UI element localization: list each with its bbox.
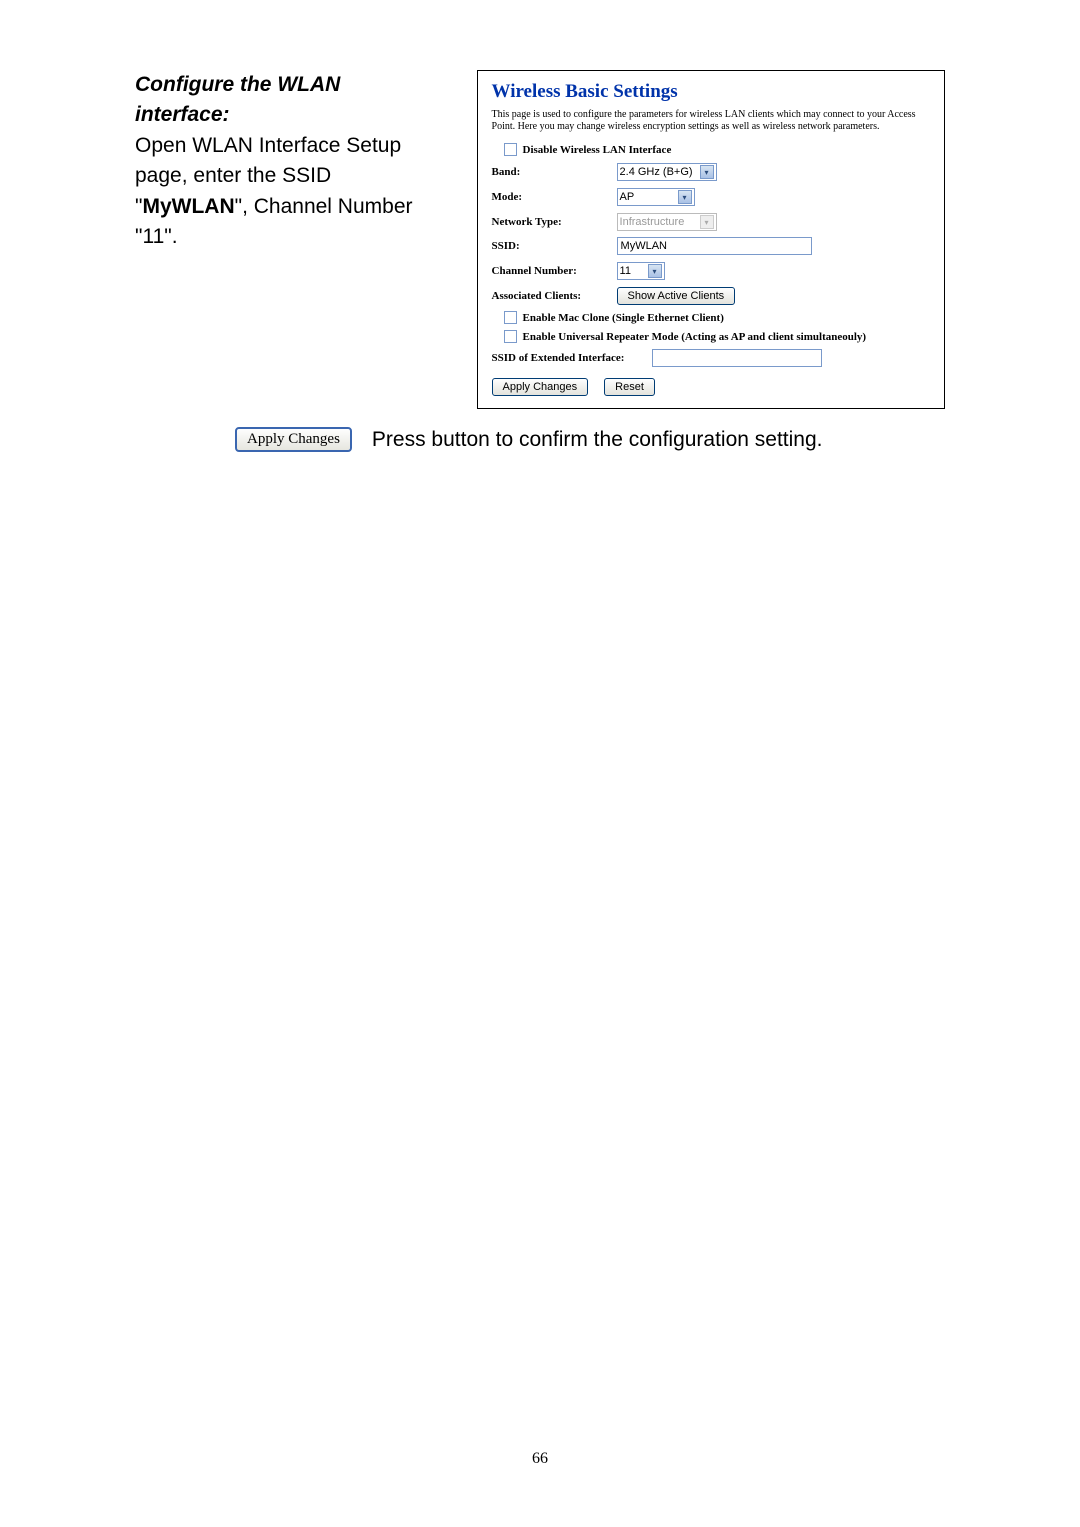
network-type-value: Infrastructure bbox=[620, 216, 685, 228]
band-value: 2.4 GHz (B+G) bbox=[620, 166, 693, 178]
ssid-extended-label: SSID of Extended Interface: bbox=[492, 352, 652, 364]
associated-clients-label: Associated Clients: bbox=[492, 290, 617, 302]
heading-line: interface: bbox=[135, 100, 457, 130]
universal-repeater-label: Enable Universal Repeater Mode (Acting a… bbox=[523, 331, 867, 343]
show-active-clients-button[interactable]: Show Active Clients bbox=[617, 287, 736, 305]
apply-caption: Press button to confirm the configuratio… bbox=[372, 428, 823, 452]
ssid-label: SSID: bbox=[492, 240, 617, 252]
apply-changes-demo-button[interactable]: Apply Changes bbox=[235, 427, 352, 452]
network-type-select: Infrastructure ▾ bbox=[617, 213, 717, 231]
body-line: page, enter the SSID bbox=[135, 161, 457, 191]
universal-repeater-row: Enable Universal Repeater Mode (Acting a… bbox=[492, 330, 930, 343]
universal-repeater-checkbox[interactable] bbox=[504, 330, 517, 343]
mode-select[interactable]: AP ▾ bbox=[617, 188, 695, 206]
band-select[interactable]: 2.4 GHz (B+G) ▾ bbox=[617, 163, 717, 181]
page-number: 66 bbox=[0, 1450, 1080, 1468]
panel-title: Wireless Basic Settings bbox=[492, 81, 930, 103]
mode-value: AP bbox=[620, 191, 635, 203]
chevron-down-icon: ▾ bbox=[678, 190, 692, 204]
chevron-down-icon: ▾ bbox=[648, 264, 662, 278]
ssid-extended-input[interactable] bbox=[652, 349, 822, 367]
ssid-bold: MyWLAN bbox=[142, 195, 234, 218]
channel-label: Channel Number: bbox=[492, 265, 617, 277]
mac-clone-checkbox[interactable] bbox=[504, 311, 517, 324]
disable-wlan-row: Disable Wireless LAN Interface bbox=[492, 143, 930, 156]
band-label: Band: bbox=[492, 166, 617, 178]
reset-button[interactable]: Reset bbox=[604, 378, 655, 396]
body-after-bold: ", Channel Number bbox=[235, 195, 413, 218]
disable-wlan-checkbox[interactable] bbox=[504, 143, 517, 156]
network-type-label: Network Type: bbox=[492, 216, 617, 228]
chevron-down-icon: ▾ bbox=[700, 215, 714, 229]
ssid-input[interactable]: MyWLAN bbox=[617, 237, 812, 255]
channel-value: 11 bbox=[620, 265, 631, 277]
mac-clone-label: Enable Mac Clone (Single Ethernet Client… bbox=[523, 312, 724, 324]
channel-select[interactable]: 11 ▾ bbox=[617, 262, 665, 280]
mode-label: Mode: bbox=[492, 191, 617, 203]
body-line: "11". bbox=[135, 222, 457, 252]
mac-clone-row: Enable Mac Clone (Single Ethernet Client… bbox=[492, 311, 930, 324]
body-line: Open WLAN Interface Setup bbox=[135, 131, 457, 161]
wireless-settings-panel: Wireless Basic Settings This page is use… bbox=[477, 70, 945, 409]
instruction-text: Configure the WLAN interface: Open WLAN … bbox=[135, 70, 457, 253]
panel-description: This page is used to configure the param… bbox=[492, 109, 930, 133]
disable-wlan-label: Disable Wireless LAN Interface bbox=[523, 144, 672, 156]
chevron-down-icon: ▾ bbox=[700, 165, 714, 179]
apply-changes-button[interactable]: Apply Changes bbox=[492, 378, 589, 396]
body-line: "MyWLAN", Channel Number bbox=[135, 192, 457, 222]
heading-line: Configure the WLAN bbox=[135, 70, 457, 100]
